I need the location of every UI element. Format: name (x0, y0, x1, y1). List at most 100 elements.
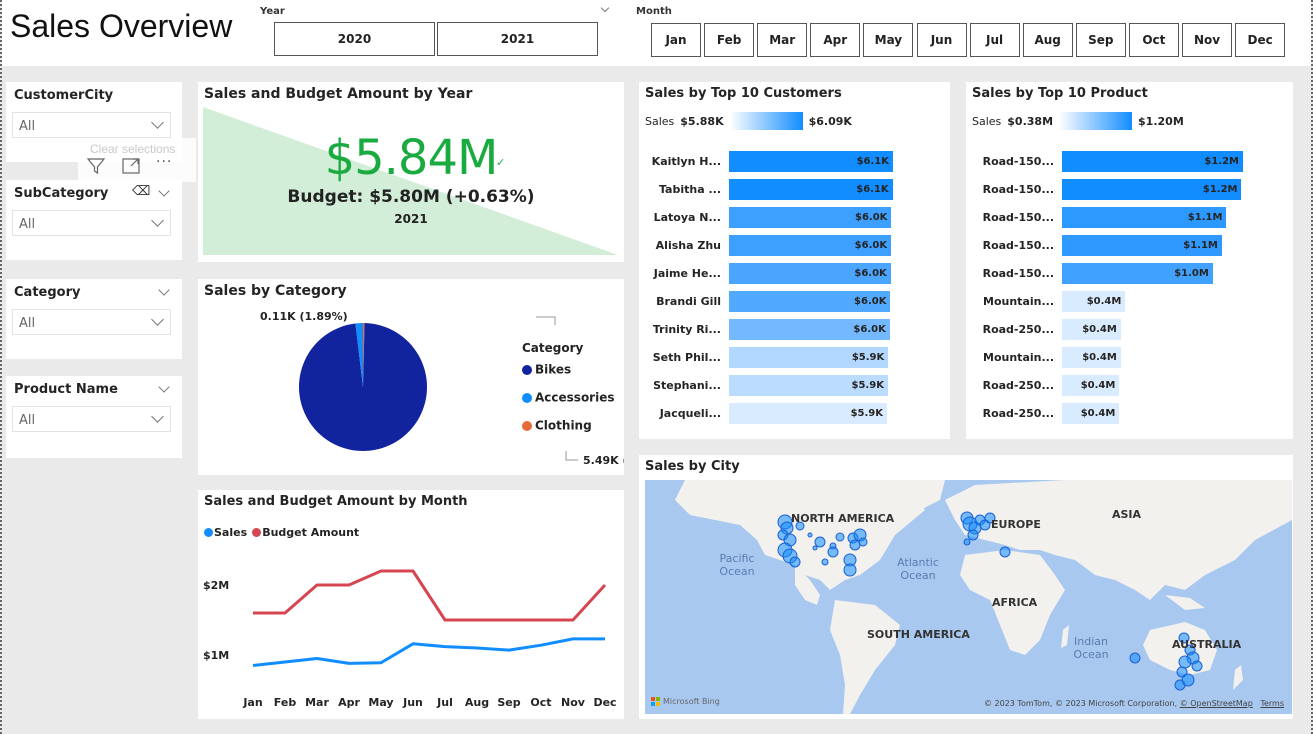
month-tile-nov[interactable]: Nov (1182, 23, 1232, 57)
line-series-sales[interactable] (252, 637, 605, 667)
bar[interactable]: $0.4M (1062, 403, 1120, 424)
bar-row[interactable]: Road-150... $1.2M (972, 151, 1243, 172)
bar[interactable]: $0.4M (1062, 291, 1126, 312)
bar[interactable]: $6.0K (729, 207, 892, 228)
bar[interactable]: $0.4M (1062, 347, 1121, 368)
city-bubble[interactable] (849, 539, 861, 551)
bar-data-label: $1.2M (1202, 184, 1238, 195)
bar[interactable]: $6.0K (729, 235, 892, 256)
city-bubble[interactable] (963, 538, 971, 546)
month-tile-jul[interactable]: Jul (969, 23, 1020, 57)
month-tile-aug[interactable]: Aug (1022, 23, 1073, 57)
city-bubble[interactable] (812, 545, 818, 551)
openstreetmap-link[interactable]: © OpenStreetMap (1180, 699, 1253, 708)
bar[interactable]: $6.1K (729, 179, 893, 200)
legend-item-bikes[interactable]: Bikes (522, 359, 615, 378)
city-bubble[interactable] (843, 563, 857, 577)
bar-row[interactable]: Tabitha ... $6.1K (645, 179, 893, 200)
bar-row[interactable]: Mountain... $0.4M (972, 291, 1126, 312)
map-canvas[interactable]: NORTH AMERICA EUROPE ASIA AFRICA SOUTH A… (645, 480, 1292, 714)
year-tile-2021[interactable]: 2021 (437, 22, 598, 56)
city-bubble[interactable] (789, 556, 801, 568)
bar[interactable]: $0.4M (1062, 319, 1121, 340)
bar[interactable]: $5.9K (729, 375, 888, 396)
city-bubble[interactable] (858, 537, 868, 547)
bar-row[interactable]: Road-150... $1.1M (972, 235, 1222, 256)
chevron-down-icon[interactable] (158, 185, 170, 197)
city-bubble[interactable] (1181, 673, 1195, 687)
bar[interactable]: $6.0K (729, 319, 890, 340)
legend-item-accessories[interactable]: Accessories (522, 387, 615, 406)
city-bubble[interactable] (999, 546, 1011, 558)
subcategory-dropdown[interactable]: All (12, 210, 171, 236)
city-bubble[interactable] (827, 546, 839, 558)
bar-row[interactable]: Jaime He... $6.0K (645, 263, 891, 284)
city-bubble[interactable] (1191, 660, 1203, 672)
bar[interactable]: $1.2M (1062, 151, 1243, 172)
bar[interactable]: $1.0M (1062, 263, 1213, 284)
customer-city-dropdown[interactable]: All (12, 112, 171, 138)
filter-icon[interactable] (86, 156, 106, 176)
bar[interactable]: $0.4M (1062, 375, 1120, 396)
bar-row[interactable]: Brandi Gill $6.0K (645, 291, 891, 312)
year-tile-2020[interactable]: 2020 (274, 22, 435, 56)
month-tile-sep[interactable]: Sep (1075, 23, 1126, 57)
bar-row[interactable]: Seth Phil... $5.9K (645, 347, 889, 368)
more-options-icon[interactable]: ··· (156, 154, 172, 170)
month-tile-feb[interactable]: Feb (704, 23, 755, 57)
month-tile-oct[interactable]: Oct (1128, 23, 1179, 57)
bar-label: Trinity Ri... (652, 323, 721, 336)
line-series-budget-amount[interactable] (253, 569, 607, 622)
city-bubble[interactable] (814, 536, 826, 548)
focus-mode-icon[interactable] (121, 156, 141, 176)
month-tile-mar[interactable]: Mar (757, 23, 808, 57)
month-tile-may[interactable]: May (863, 23, 914, 57)
month-tile-apr[interactable]: Apr (810, 23, 861, 57)
attribution-text: © 2023 TomTom, © 2023 Microsoft Corporat… (983, 699, 1178, 708)
bar-row[interactable]: Stephani... $5.9K (645, 375, 888, 396)
month-tile-dec[interactable]: Dec (1235, 23, 1286, 57)
bar-row[interactable]: Road-150... $1.0M (972, 263, 1213, 284)
chevron-down-icon[interactable] (600, 3, 610, 13)
legend-item-clothing[interactable]: Clothing (522, 415, 615, 434)
bar[interactable]: $5.9K (729, 347, 889, 368)
bar-row[interactable]: Road-250... $0.4M (972, 319, 1121, 340)
city-bubble[interactable] (835, 532, 845, 542)
bar[interactable]: $6.0K (729, 263, 891, 284)
bing-brand-text: Microsoft Bing (663, 697, 720, 706)
city-bubble[interactable] (1178, 655, 1192, 669)
bar[interactable]: $1.2M (1062, 179, 1242, 200)
bar-row[interactable]: Trinity Ri... $6.0K (645, 319, 890, 340)
terms-link[interactable]: Terms (1260, 699, 1284, 708)
month-tile-jan[interactable]: Jan (651, 23, 701, 57)
bar-row[interactable]: Jacqueli... $5.9K (645, 403, 887, 424)
month-tile-jun[interactable]: Jun (916, 23, 967, 57)
bar-row[interactable]: Latoya N... $6.0K (645, 207, 892, 228)
category-dropdown[interactable]: All (12, 309, 171, 335)
visual-header-toolbar: Clear selections ··· (78, 138, 196, 182)
bar-row[interactable]: Road-250... $0.4M (972, 403, 1120, 424)
bar[interactable]: $1.1M (1062, 207, 1227, 228)
chevron-down-icon[interactable] (158, 381, 170, 393)
chevron-down-icon[interactable] (158, 284, 170, 296)
city-bubble[interactable] (807, 532, 813, 538)
city-bubble[interactable] (1129, 652, 1141, 664)
chevron-down-icon (151, 116, 164, 129)
city-bubble[interactable] (967, 529, 979, 541)
bar[interactable]: $6.1K (729, 151, 893, 172)
bar-row[interactable]: Mountain... $0.4M (972, 347, 1121, 368)
bar-row[interactable]: Road-150... $1.2M (972, 179, 1242, 200)
bar-label: Mountain... (983, 295, 1054, 308)
bar[interactable]: $6.0K (729, 291, 891, 312)
bar-row[interactable]: Kaitlyn H... $6.1K (645, 151, 893, 172)
bar[interactable]: $1.1M (1062, 235, 1222, 256)
pie-data-label: 0.11K (1.89%) (260, 310, 348, 323)
city-bubble[interactable] (821, 558, 829, 566)
color-gradient (729, 112, 803, 130)
bar-row[interactable]: Road-150... $1.1M (972, 207, 1227, 228)
eraser-icon[interactable]: ⌫ (132, 184, 150, 199)
product-name-dropdown[interactable]: All (12, 406, 171, 432)
bar-row[interactable]: Road-250... $0.4M (972, 375, 1120, 396)
bar[interactable]: $5.9K (729, 403, 887, 424)
bar-row[interactable]: Alisha Zhu $6.0K (645, 235, 892, 256)
